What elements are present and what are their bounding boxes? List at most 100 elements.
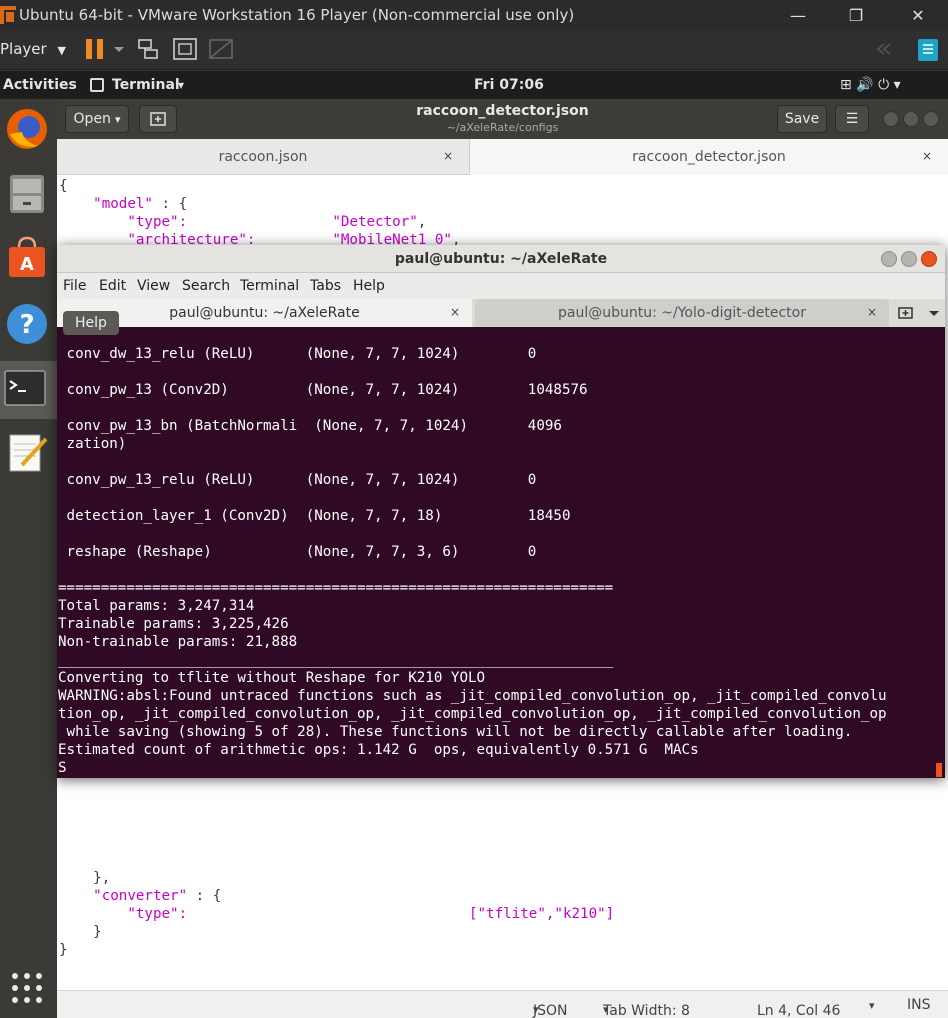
menu-help[interactable]: Help (353, 278, 385, 294)
clock[interactable]: Fri 07:06 (474, 77, 544, 93)
tab-raccoon-detector-json[interactable]: raccoon_detector.json × (469, 139, 948, 175)
menu-view[interactable]: View (137, 278, 170, 294)
terminal-line: ========================================… (58, 580, 614, 596)
terminal-line: zation) (58, 436, 127, 452)
terminal-line: tion_op, _jit_compiled_convolution_op, _… (58, 706, 887, 722)
terminal-window: paul@ubuntu: ~/aXeleRate File Edit View … (57, 245, 945, 778)
chevron-down-icon (114, 47, 124, 52)
pause-icon (86, 39, 103, 59)
help-launcher[interactable]: ? (4, 301, 50, 347)
terminal-icon (4, 370, 46, 406)
terminal-line: Estimated count of arithmetic ops: 1.142… (58, 742, 699, 758)
show-applications-button[interactable] (4, 965, 50, 1011)
send-ctrl-alt-del-button[interactable] (136, 38, 162, 60)
code-line: } (59, 924, 102, 940)
activities-button[interactable]: Activities (3, 77, 77, 93)
app-menu-label[interactable]: Terminal (112, 77, 180, 93)
text-editor-launcher[interactable] (4, 429, 50, 475)
svg-text:?: ? (19, 310, 34, 340)
terminal-tab-axelerate[interactable]: paul@ubuntu: ~/aXeleRate × (57, 299, 472, 327)
menu-search[interactable]: Search (182, 278, 230, 294)
shopping-bag-icon: A (9, 236, 45, 277)
chevron-down-icon: ▾ (178, 78, 185, 92)
new-tab-icon (898, 307, 913, 319)
chevron-down-icon: ▼ (57, 44, 66, 57)
terminal-line: Non-trainable params: 21,888 (58, 634, 298, 650)
file-cabinet-icon (10, 175, 44, 213)
network-devices-icon (138, 39, 158, 59)
terminal-launcher-active[interactable] (0, 361, 57, 419)
terminal-line: reshape (Reshape) (None, 7, 7, 3, 6) 0 (58, 544, 537, 560)
terminal-line: Trainable params: 3,225,426 (58, 616, 289, 632)
chevron-down-icon[interactable]: ▾ (869, 999, 875, 1012)
notepad-icon (9, 434, 48, 472)
terminal-line: S (58, 760, 67, 776)
app-grid-icon (12, 973, 42, 1003)
save-button[interactable]: Save (777, 105, 827, 133)
vmware-logo-icon (0, 6, 16, 24)
vmware-title-bar: Ubuntu 64-bit - VMware Workstation 16 Pl… (0, 0, 948, 30)
terminal-title-bar: paul@ubuntu: ~/aXeleRate (57, 245, 945, 273)
menu-file[interactable]: File (63, 278, 86, 294)
gedit-maximize-button[interactable] (903, 111, 919, 127)
fullscreen-button[interactable] (172, 38, 198, 60)
terminal-maximize-button[interactable] (901, 251, 917, 267)
terminal-title: paul@ubuntu: ~/aXeleRate (394, 250, 608, 267)
software-launcher[interactable]: A (4, 235, 50, 281)
unity-disabled-icon (209, 39, 233, 59)
terminal-line: Converting to tflite without Reshape for… (58, 670, 486, 686)
tab-list-dropdown[interactable] (927, 305, 941, 325)
terminal-minimize-button[interactable] (881, 251, 897, 267)
new-terminal-tab-button[interactable] (897, 305, 915, 325)
code-line: } (59, 942, 68, 958)
close-tab-icon[interactable]: × (922, 149, 932, 163)
menu-button[interactable]: ☰ (835, 105, 869, 133)
terminal-line: while saving (showing 5 of 28). These fu… (58, 724, 853, 740)
svg-text:A: A (20, 254, 34, 275)
code-line: "type": "Detector", (127, 214, 427, 230)
code-line: "model" : { (93, 196, 188, 212)
code-line: }, (59, 870, 111, 886)
menu-edit[interactable]: Edit (99, 278, 126, 294)
gedit-tab-bar: raccoon.json × raccoon_detector.json × (57, 139, 948, 175)
gedit-header-bar: Open ▾ raccoon_detector.json ~/aXeleRate… (57, 99, 948, 139)
terminal-close-button[interactable] (921, 251, 937, 267)
scroll-indicator[interactable] (936, 763, 942, 777)
close-tab-icon[interactable]: × (443, 149, 453, 163)
firefox-launcher[interactable] (4, 106, 50, 152)
code-line: { (59, 178, 68, 194)
terminal-line: conv_pw_13 (Conv2D) (None, 7, 7, 1024) 1… (58, 382, 588, 398)
terminal-app-icon (90, 78, 104, 92)
library-icon (918, 39, 938, 61)
tab-raccoon-json[interactable]: raccoon.json × (57, 139, 469, 175)
gedit-close-button[interactable] (923, 111, 939, 127)
minimize-button[interactable]: — (768, 0, 828, 30)
chevron-down-icon (929, 311, 939, 316)
terminal-tab-yolo-digit-detector[interactable]: paul@ubuntu: ~/Yolo-digit-detector × (475, 299, 889, 327)
pause-button[interactable] (84, 38, 106, 60)
terminal-line: Total params: 3,247,314 (58, 598, 255, 614)
menu-terminal[interactable]: Terminal (240, 278, 299, 294)
files-launcher[interactable] (4, 171, 50, 217)
chevron-down-icon: ▾ (603, 1003, 609, 1016)
player-menu[interactable]: Player ▼ (0, 40, 66, 58)
restore-button[interactable]: ❐ (826, 0, 886, 30)
chevron-down-icon: ▾ (533, 1003, 539, 1016)
terminal-line: WARNING:absl:Found untraced functions su… (58, 688, 887, 704)
terminal-tab-bar: paul@ubuntu: ~/aXeleRate × paul@ubuntu: … (57, 299, 945, 327)
terminal-output[interactable]: conv_dw_13_relu (ReLU) (None, 7, 7, 1024… (57, 327, 945, 778)
close-tab-icon[interactable]: × (867, 305, 877, 319)
gedit-minimize-button[interactable] (883, 111, 899, 127)
hamburger-icon: ☰ (845, 111, 859, 127)
menu-tabs[interactable]: Tabs (310, 278, 341, 294)
library-button[interactable] (916, 38, 940, 61)
terminal-line: conv_dw_13_relu (ReLU) (None, 7, 7, 1024… (58, 346, 537, 362)
close-tab-icon[interactable]: × (450, 305, 460, 319)
unity-button[interactable] (208, 38, 234, 60)
pause-options-dropdown[interactable] (112, 38, 126, 60)
close-button[interactable]: ✕ (888, 0, 948, 30)
collapse-toolbar-button[interactable] (872, 38, 894, 60)
terminal-line: ________________________________________… (58, 652, 614, 668)
gedit-status-bar: JSON ▾ Tab Width: 8 ▾ Ln 4, Col 46 ▾ INS (57, 990, 948, 1018)
system-tray[interactable]: ⊞ 🔊 ⏻ ▾ (840, 77, 901, 93)
